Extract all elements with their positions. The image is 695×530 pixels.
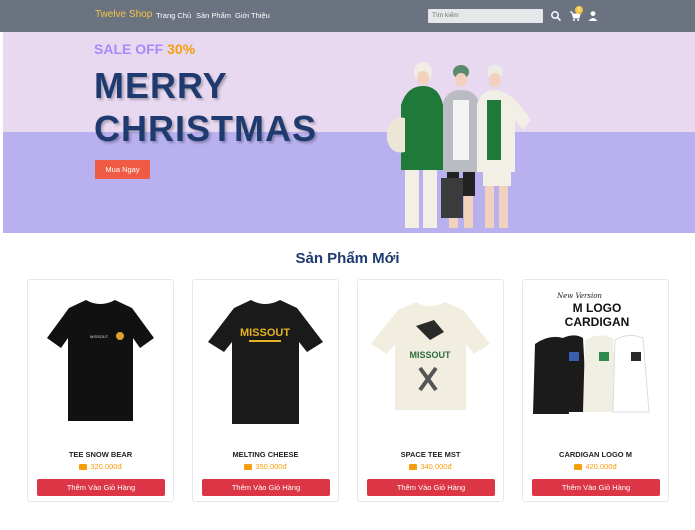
user-icon[interactable] [587, 10, 599, 22]
product-price: 350.000đ [193, 462, 338, 471]
add-to-cart-button[interactable]: Thêm Vào Giỏ Hàng [37, 479, 165, 496]
nav-link-home[interactable]: Trang Chủ [156, 11, 191, 20]
product-print-line1: New Version [556, 292, 602, 300]
sale-label: SALE OFF 30% [94, 41, 195, 57]
product-image[interactable]: MISSOUT [199, 286, 332, 446]
product-card[interactable]: MISSOUT MELTING CHEESE 350.000đ Thêm Vào… [192, 279, 339, 502]
shirt-print-text: MISSOUT [409, 350, 451, 360]
sale-prefix: SALE OFF [94, 41, 164, 57]
product-image[interactable]: New Version M LOGO CARDIGAN [529, 286, 662, 446]
add-to-cart-button[interactable]: Thêm Vào Giỏ Hàng [532, 479, 660, 496]
shirt-print-text: MISSOUT [240, 327, 290, 339]
product-price-value: 340.000đ [420, 462, 452, 471]
product-name[interactable]: TEE SNOW BEAR [28, 450, 173, 459]
product-card[interactable]: MISSOUT SPACE TEE MST 340.000đ Thêm Vào … [357, 279, 504, 502]
product-price-value: 320.000đ [90, 462, 122, 471]
product-name[interactable]: MELTING CHEESE [193, 450, 338, 459]
hero-headline-line2: CHRISTMAS [94, 108, 317, 149]
add-to-cart-button[interactable]: Thêm Vào Giỏ Hàng [202, 479, 330, 496]
product-name[interactable]: CARDIGAN LOGO M [523, 450, 668, 459]
search-input[interactable] [428, 9, 543, 23]
hero-banner: SALE OFF 30% MERRY CHRISTMAS Mua Ngay [3, 32, 695, 233]
section-title-new-products: Sản Phẩm Mới [295, 250, 400, 267]
product-name[interactable]: SPACE TEE MST [358, 450, 503, 459]
search-icon[interactable] [550, 10, 562, 22]
nav-link-products[interactable]: Sản Phẩm [196, 11, 231, 20]
brand-logo[interactable]: Twelve Shop [95, 9, 152, 20]
navbar: Twelve Shop Trang Chủ Sản Phẩm Giới Thiệ… [0, 0, 695, 32]
product-image[interactable]: MISSOUT [34, 286, 167, 446]
product-card[interactable]: MISSOUT TEE SNOW BEAR 320.000đ Thêm Vào … [27, 279, 174, 502]
shop-now-button[interactable]: Mua Ngay [95, 160, 150, 179]
shirt-print-text: MISSOUT [90, 334, 109, 339]
price-tag-icon [574, 464, 583, 471]
product-price-value: 350.000đ [255, 462, 287, 471]
hero-models-photo [387, 62, 531, 228]
hero-headline-line1: MERRY [94, 65, 228, 106]
price-tag-icon [409, 464, 418, 471]
product-print-line3: CARDIGAN [565, 315, 630, 329]
product-price: 320.000đ [28, 462, 173, 471]
product-card[interactable]: New Version M LOGO CARDIGAN CARDIGAN LOG… [522, 279, 669, 502]
product-print-line2: M LOGO [573, 301, 622, 315]
cart-count-badge: 0 [575, 6, 583, 14]
product-price: 420.000đ [523, 462, 668, 471]
price-tag-icon [79, 464, 88, 471]
product-image[interactable]: MISSOUT [364, 286, 497, 446]
product-price: 340.000đ [358, 462, 503, 471]
add-to-cart-button[interactable]: Thêm Vào Giỏ Hàng [367, 479, 495, 496]
sale-percent: 30% [167, 41, 196, 57]
price-tag-icon [244, 464, 253, 471]
product-price-value: 420.000đ [585, 462, 617, 471]
nav-link-about[interactable]: Giới Thiệu [235, 11, 270, 20]
